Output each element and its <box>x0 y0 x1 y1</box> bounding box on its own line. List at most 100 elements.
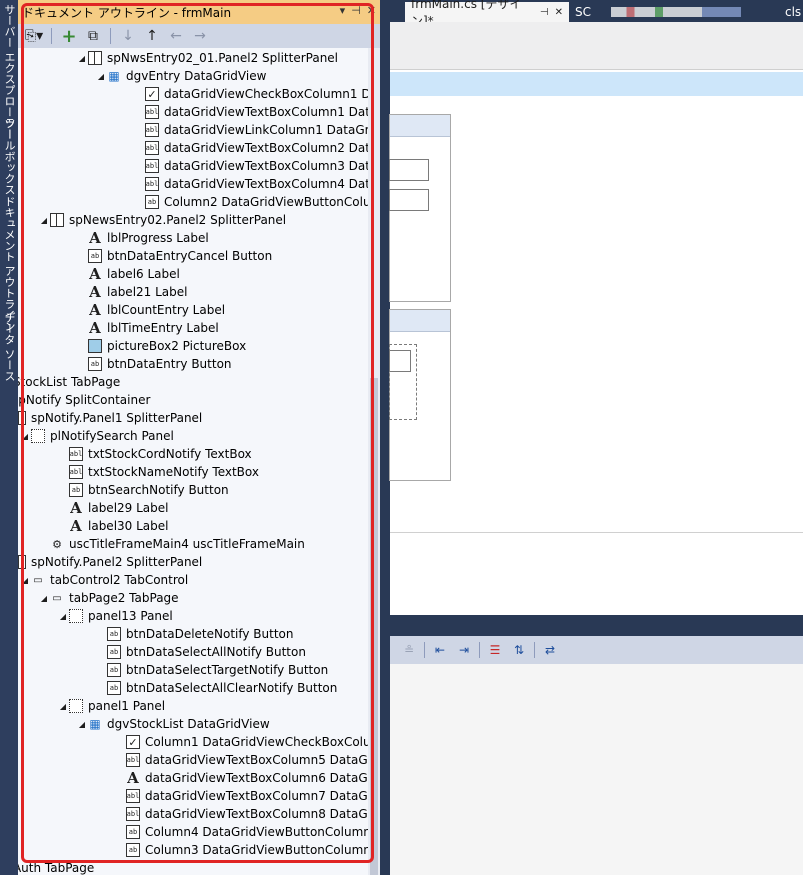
tree-row[interactable]: ab btnDataDeleteNotify Button <box>95 625 294 643</box>
tree-row[interactable]: ◢ plNotifySearch Panel <box>19 427 174 445</box>
replace-icon[interactable]: ⇄ <box>541 641 559 659</box>
tree-row[interactable]: AlblTimeEntry Label <box>76 319 219 337</box>
dropdown-icon[interactable]: ▾ <box>340 4 346 17</box>
expanded-arrow-icon[interactable]: ◢ <box>19 576 31 585</box>
textbox-column-icon: abl <box>145 141 159 155</box>
sort-icon[interactable]: ⇅ <box>510 641 528 659</box>
tree-row[interactable]: ab btnDataSelectTargetNotify Button <box>95 661 328 679</box>
collapse-all-icon[interactable]: ⧉ <box>83 26 103 46</box>
expanded-arrow-icon[interactable]: ◢ <box>38 216 50 225</box>
tree-row[interactable]: ◢ ▭ tabControl2 TabControl <box>19 571 188 589</box>
tree-row[interactable]: ab btnDataSelectAllClearNotify Button <box>95 679 337 697</box>
copy-dropdown-icon[interactable]: ⎘▾ <box>24 26 44 46</box>
scrollbar-thumb[interactable] <box>370 378 378 875</box>
toolbar-separator <box>51 28 52 44</box>
expanded-arrow-icon[interactable]: ◢ <box>57 612 69 621</box>
side-tab-server-explorer[interactable]: サーバー エクスプローラー <box>0 4 18 140</box>
tree-row[interactable]: pictureBox2 PictureBox <box>76 337 246 355</box>
expanded-arrow-icon[interactable]: ◢ <box>76 720 88 729</box>
tree-row[interactable]: ◢▭tbpStockList TabPage <box>18 373 120 391</box>
tree-row-label: btnDataSelectAllClearNotify Button <box>126 681 338 695</box>
tree-row[interactable]: ◢spNotify.Panel2 SplitterPanel <box>18 553 202 571</box>
close-icon[interactable]: ✕ <box>367 4 376 17</box>
splitter-panel-icon <box>18 555 26 569</box>
tree-row[interactable]: abl dataGridViewTextBoxColumn8 DataGridVi… <box>114 805 368 823</box>
tree-row[interactable]: ab btnDataEntry Button <box>76 355 232 373</box>
form-designer-surface[interactable] <box>389 22 803 615</box>
tree-row[interactable]: Alabel29 Label <box>57 499 168 517</box>
tab-cls[interactable]: cls <box>779 2 803 22</box>
move-left-icon[interactable]: ← <box>166 26 186 46</box>
pin-icon[interactable]: ⊣ <box>540 7 549 18</box>
tree-row[interactable]: AlblProgress Label <box>76 229 209 247</box>
tree-row[interactable]: ⚙ uscTitleFrameMain4 uscTitleFrameMain <box>38 535 305 553</box>
expanded-arrow-icon[interactable]: ◢ <box>76 54 88 63</box>
tab-frmmain-design[interactable]: frmMain.cs [デザイン]* ⊣ ✕ <box>405 0 569 28</box>
tree-row-label: spNotify.Panel1 SplitterPanel <box>31 411 203 425</box>
tree-row-label: lblCountEntry Label <box>107 303 226 317</box>
expanded-arrow-icon[interactable]: ◢ <box>95 72 107 81</box>
tree-row[interactable]: ◢ panel1 Panel <box>57 697 165 715</box>
tree-row[interactable]: ◢ spNwsEntry02_01.Panel2 SplitterPanel <box>76 49 338 67</box>
outdent-icon[interactable]: ⇤ <box>431 641 449 659</box>
tree-row[interactable]: abl dataGridViewTextBoxColumn5 DataGridVi… <box>114 751 368 769</box>
tree-row[interactable]: Alabel21 Label <box>76 283 187 301</box>
tree-row[interactable]: AdataGridViewTextBoxColumn6 DataGridView… <box>114 769 368 787</box>
tree-row[interactable]: abl dataGridViewTextBoxColumn1 DataGridVi… <box>133 103 368 121</box>
tree-row[interactable]: ◢ ▦ dgvEntry DataGridView <box>95 67 266 85</box>
tree-row[interactable]: ab Column3 DataGridViewButtonColumn <box>114 841 368 859</box>
tree-row[interactable]: ◢ spNewsEntry02.Panel2 SplitterPanel <box>38 211 286 229</box>
tree-row[interactable]: abl txtStockNameNotify TextBox <box>57 463 259 481</box>
textbox-column-icon: abl <box>145 105 159 119</box>
delete-lines-icon[interactable]: ☰ <box>486 641 504 659</box>
tree-row[interactable]: AlblCountEntry Label <box>76 301 225 319</box>
comment-icon[interactable]: ≗ <box>400 641 418 659</box>
tree-row-label: spNotify SplitContainer <box>18 393 151 407</box>
tree-row[interactable]: ab btnDataSelectAllNotify Button <box>95 643 306 661</box>
document-tab-bar: frmMain.cs [デザイン]* ⊣ ✕ SC cls <box>381 0 803 28</box>
side-tab-toolbox[interactable]: ツールボックス <box>0 118 18 195</box>
expanded-arrow-icon[interactable]: ◢ <box>38 594 50 603</box>
textbox-placeholder[interactable] <box>389 350 411 372</box>
tree-row[interactable]: ab btnDataEntryCancel Button <box>76 247 272 265</box>
move-down-icon[interactable]: ↓ <box>118 26 138 46</box>
tree-row[interactable]: abl dataGridViewTextBoxColumn3 DataGridVi… <box>133 157 368 175</box>
tree-row-label: dataGridViewTextBoxColumn8 DataGridViewT… <box>145 807 368 821</box>
tree-row[interactable]: ◢ ▦ dgvStockList DataGridView <box>76 715 270 733</box>
tree-row-label: btnDataSelectTargetNotify Button <box>126 663 329 677</box>
tree-row[interactable]: ◢spNotify SplitContainer <box>18 391 150 409</box>
side-tool-strip: サーバー エクスプローラー ツールボックス ドキュメント アウトライン データ … <box>0 0 18 875</box>
tree-row[interactable]: ✓ dataGridViewCheckBoxColumn1 DataGridVie… <box>133 85 368 103</box>
textbox-placeholder[interactable] <box>389 159 429 181</box>
tree-row[interactable]: ✓ Column1 DataGridViewCheckBoxColumn <box>114 733 368 751</box>
tree-row[interactable]: ab Column4 DataGridViewButtonColumn <box>114 823 368 841</box>
tree-row[interactable]: abl dataGridViewTextBoxColumn2 DataGridVi… <box>133 139 368 157</box>
close-icon[interactable]: ✕ <box>555 7 563 18</box>
move-right-icon[interactable]: → <box>190 26 210 46</box>
textbox-placeholder[interactable] <box>389 189 429 211</box>
tree-row[interactable]: ◢spNotify.Panel1 SplitterPanel <box>18 409 202 427</box>
tree-row[interactable]: ab Column2 DataGridViewButtonColumn <box>133 193 368 211</box>
vertical-scrollbar[interactable] <box>368 48 380 875</box>
tree-row[interactable]: ▷▭tbpAuth TabPage <box>18 859 94 875</box>
side-tab-document-outline[interactable]: ドキュメント アウトライン <box>0 196 18 332</box>
group-panel-lower[interactable] <box>389 309 451 481</box>
tree-row[interactable]: abl txtStockCordNotify TextBox <box>57 445 252 463</box>
expand-all-icon[interactable]: + <box>59 26 79 47</box>
tree-row[interactable]: abl dataGridViewTextBoxColumn7 DataGridVi… <box>114 787 368 805</box>
side-tab-data-sources[interactable]: データ ソース <box>0 312 18 382</box>
expanded-arrow-icon[interactable]: ◢ <box>57 702 69 711</box>
pin-icon[interactable]: ⊣ <box>351 4 361 17</box>
tree-row[interactable]: Alabel6 Label <box>76 265 180 283</box>
tree-row[interactable]: ◢ ▭ tabPage2 TabPage <box>38 589 179 607</box>
group-panel-upper[interactable] <box>389 114 451 302</box>
indent-icon[interactable]: ⇥ <box>455 641 473 659</box>
move-up-icon[interactable]: ↑ <box>142 26 162 46</box>
expanded-arrow-icon[interactable]: ◢ <box>19 432 31 441</box>
tree-row[interactable]: abl dataGridViewTextBoxColumn4 DataGridVi… <box>133 175 368 193</box>
tab-sc[interactable]: SC <box>569 2 779 22</box>
tree-row[interactable]: Alabel30 Label <box>57 517 168 535</box>
tree-row[interactable]: abl dataGridViewLinkColumn1 DataGridViewL… <box>133 121 368 139</box>
tree-row[interactable]: ab btnSearchNotify Button <box>57 481 229 499</box>
tree-row[interactable]: ◢ panel13 Panel <box>57 607 173 625</box>
